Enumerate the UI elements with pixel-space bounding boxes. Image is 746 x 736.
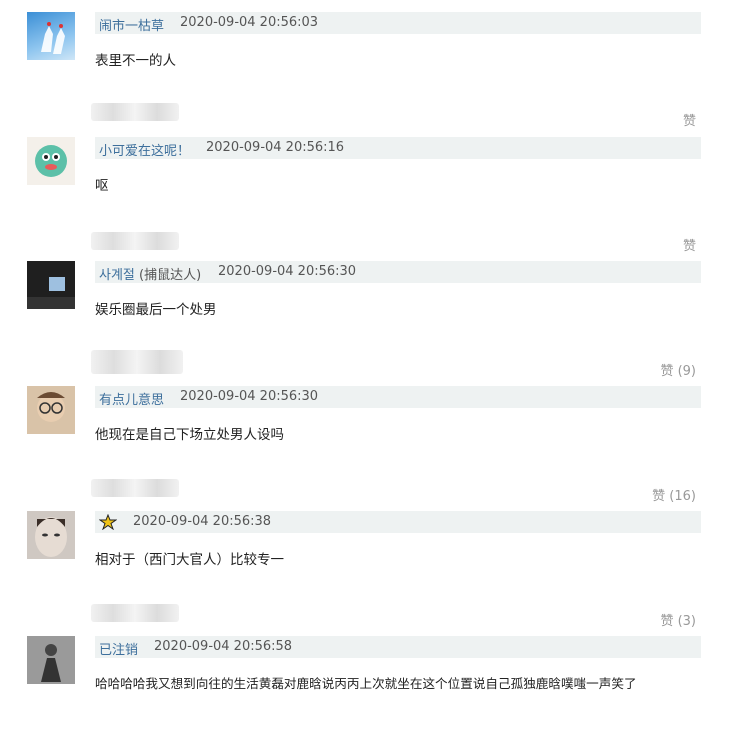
blurred-reply — [91, 350, 183, 374]
comment-meta: 사계절 (捕鼠达人) 2020-09-04 20:56:30 — [95, 261, 701, 283]
timestamp: 2020-09-04 20:56:58 — [154, 639, 293, 654]
avatar[interactable] — [27, 12, 75, 60]
photo-image — [27, 277, 75, 309]
like-button[interactable]: 赞 (3) — [660, 610, 696, 629]
username-link[interactable]: 小可爱在这呢！ — [99, 140, 190, 159]
like-button[interactable]: 赞 — [683, 110, 696, 129]
avatar[interactable] — [27, 511, 75, 559]
comment-text: 哈哈哈哈我又想到向往的生活黄磊对鹿晗说丙丙上次就坐在这个位置说自己孤独鹿晗噗嗤一… — [95, 676, 637, 691]
blurred-reply — [91, 604, 179, 622]
comment-item: 小可爱在这呢！ 2020-09-04 20:56:16 呕 — [0, 137, 746, 237]
blurred-reply — [91, 103, 179, 121]
comment-item: 사계절 (捕鼠达人) 2020-09-04 20:56:30 娱乐圈最后一个处男 — [0, 261, 746, 361]
timestamp: 2020-09-04 20:56:16 — [206, 140, 345, 155]
like-button[interactable]: 赞 (16) — [652, 485, 696, 504]
comment-meta: 有点儿意思 2020-09-04 20:56:30 — [95, 386, 701, 408]
comment-text: 相对于（西门大官人）比较专一 — [95, 552, 284, 568]
blurred-reply — [91, 479, 179, 497]
comment-text: 呕 — [95, 178, 109, 194]
timestamp: 2020-09-04 20:56:38 — [133, 514, 272, 529]
like-button[interactable]: 赞 — [683, 235, 696, 254]
user-title-tag: (捕鼠达人) — [139, 268, 202, 283]
comment-text: 表里不一的人 — [95, 53, 176, 69]
username-link[interactable]: 有点儿意思 — [99, 389, 164, 408]
avatar[interactable] — [27, 137, 75, 185]
avatar[interactable] — [27, 636, 75, 684]
comment-meta: 闹市一枯草 2020-09-04 20:56:03 — [95, 12, 701, 34]
username-link[interactable]: 사계절 (捕鼠达人) — [99, 264, 201, 283]
comment-item: 闹市一枯草 2020-09-04 20:56:03 表里不一的人 — [0, 12, 746, 112]
child-photo-image — [37, 392, 65, 422]
username-link[interactable]: 闹市一枯草 — [99, 15, 164, 34]
star-avatar-icon — [98, 513, 118, 531]
username-link[interactable] — [98, 513, 118, 531]
timestamp: 2020-09-04 20:56:30 — [218, 264, 357, 279]
comment-text: 他现在是自己下场立处男人设吗 — [95, 427, 284, 443]
comment-meta: 2020-09-04 20:56:38 — [95, 511, 701, 533]
avatar[interactable] — [27, 386, 75, 434]
comment-item: 有点儿意思 2020-09-04 20:56:30 他现在是自己下场立处男人设吗 — [0, 386, 746, 486]
timestamp: 2020-09-04 20:56:03 — [180, 15, 319, 30]
cartoon-image — [35, 145, 67, 177]
comment-item: 已注销 2020-09-04 20:56:58 哈哈哈哈我又想到向往的生活黄磊对… — [0, 636, 746, 736]
comment-text: 娱乐圈最后一个处男 — [95, 302, 217, 318]
like-button[interactable]: 赞 (9) — [660, 360, 696, 379]
blurred-reply — [91, 232, 179, 250]
username-link[interactable]: 已注销 — [99, 639, 138, 658]
crane-image — [41, 22, 65, 54]
avatar[interactable] — [27, 261, 75, 309]
comment-item: 2020-09-04 20:56:38 相对于（西门大官人）比较专一 — [0, 511, 746, 611]
timestamp: 2020-09-04 20:56:30 — [180, 389, 319, 404]
comment-meta: 已注销 2020-09-04 20:56:58 — [95, 636, 701, 658]
bw-photo-image — [27, 636, 75, 684]
comment-meta: 小可爱在这呢！ 2020-09-04 20:56:16 — [95, 137, 701, 159]
face-photo-image — [35, 517, 67, 557]
